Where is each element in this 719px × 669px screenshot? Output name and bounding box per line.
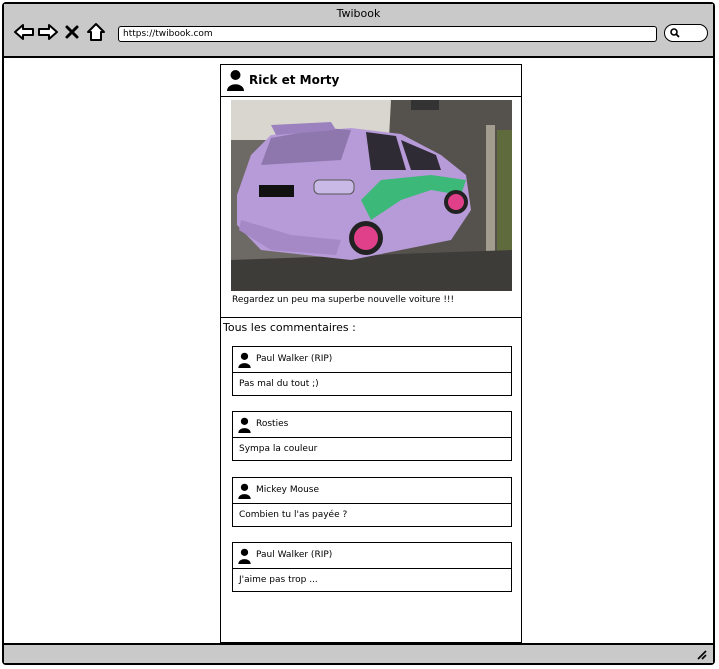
post-divider — [221, 317, 521, 318]
search-button[interactable] — [664, 24, 708, 42]
comments-heading: Tous les commentaires : — [223, 321, 356, 334]
comment-card: Rosties Sympa la couleur — [232, 411, 512, 461]
browser-toolbar: Twibook https://twibook.com — [4, 4, 713, 58]
user-avatar-icon — [238, 548, 251, 564]
comment-author[interactable]: Paul Walker (RIP) — [256, 354, 332, 364]
nav-buttons — [12, 21, 108, 43]
post-photo — [231, 100, 512, 291]
close-icon[interactable] — [60, 21, 84, 43]
resize-handle-icon[interactable] — [697, 650, 707, 660]
search-icon — [670, 28, 680, 38]
comment-author[interactable]: Mickey Mouse — [256, 485, 319, 495]
user-avatar-icon — [227, 70, 244, 91]
comment-card: Paul Walker (RIP) Pas mal du tout ;) — [232, 346, 512, 396]
comment-header: Paul Walker (RIP) — [233, 347, 511, 373]
comment-card: Paul Walker (RIP) J'aime pas trop ... — [232, 542, 512, 592]
comment-text: Sympa la couleur — [239, 444, 318, 454]
user-avatar-icon — [238, 417, 251, 433]
comment-card: Mickey Mouse Combien tu l'as payée ? — [232, 477, 512, 527]
post-header: Rick et Morty — [221, 65, 521, 97]
address-bar[interactable]: https://twibook.com — [118, 26, 657, 42]
comment-text: J'aime pas trop ... — [239, 575, 318, 585]
browser-window: Twibook https://twibook.com Rick et Mort… — [2, 2, 715, 665]
comment-header: Rosties — [233, 412, 511, 438]
post-caption: Regardez un peu ma superbe nouvelle voit… — [232, 295, 455, 305]
comment-text: Pas mal du tout ;) — [239, 379, 319, 389]
user-avatar-icon — [238, 483, 251, 499]
back-arrow-icon[interactable] — [12, 21, 36, 43]
comment-text: Combien tu l'as payée ? — [239, 510, 348, 520]
home-icon[interactable] — [84, 21, 108, 43]
user-avatar-icon — [238, 352, 251, 368]
post-card: Rick et Morty Regardez un peu ma superbe… — [220, 64, 522, 643]
comment-author[interactable]: Rosties — [256, 419, 288, 429]
comment-header: Mickey Mouse — [233, 478, 511, 504]
status-bar — [4, 643, 713, 663]
post-author[interactable]: Rick et Morty — [249, 73, 339, 87]
comment-author[interactable]: Paul Walker (RIP) — [256, 550, 332, 560]
window-title: Twibook — [336, 7, 381, 20]
comment-header: Paul Walker (RIP) — [233, 543, 511, 569]
forward-arrow-icon[interactable] — [36, 21, 60, 43]
